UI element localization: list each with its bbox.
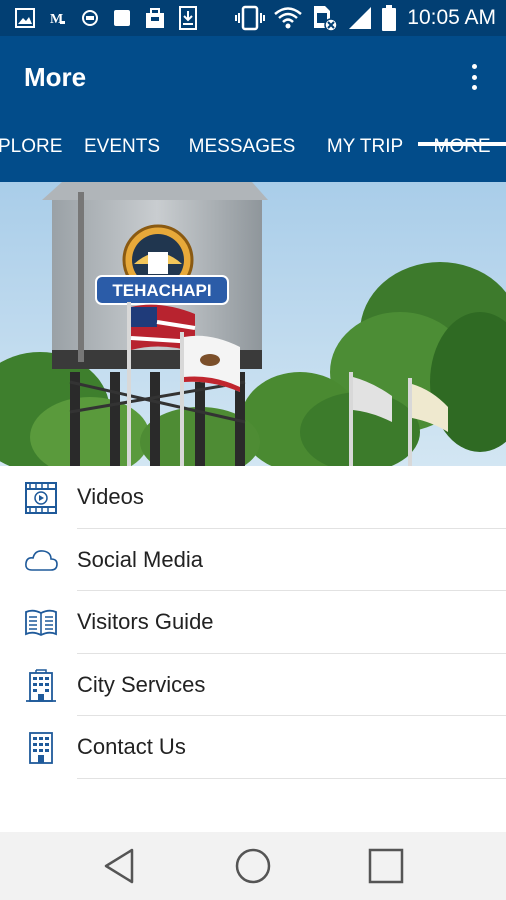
status-right: 10:05 AM	[235, 4, 496, 32]
tab-my-trip[interactable]: MY TRIP	[322, 132, 408, 182]
office-building-icon	[29, 732, 53, 764]
more-vertical-icon	[471, 85, 477, 90]
tower-sign: TEHACHAPI	[112, 281, 211, 300]
water-tower-photo: TEHACHAPI	[0, 182, 506, 466]
menu-item-visitors-guide[interactable]: Visitors Guide	[0, 591, 506, 654]
menu-item-label: Contact Us	[77, 734, 186, 759]
tab-more[interactable]: MORE	[418, 132, 506, 182]
battery-icon	[382, 5, 397, 31]
menu-item-contact-us[interactable]: Contact Us	[0, 716, 506, 779]
circle-icon	[82, 10, 98, 26]
tab-events[interactable]: EVENTS	[80, 132, 164, 182]
status-left: M	[14, 6, 198, 30]
recents-square-icon[interactable]	[366, 846, 406, 886]
menu-item-label: Videos	[77, 484, 144, 509]
image-icon	[15, 8, 35, 28]
menu-item-label: Social Media	[77, 546, 203, 572]
page-title: More	[24, 62, 87, 92]
download-icon	[179, 6, 197, 30]
building-icon	[26, 668, 56, 702]
overflow-menu-button[interactable]	[464, 60, 484, 94]
tab-bar: PLORE EVENTS MESSAGES MY TRIP MORE	[0, 132, 506, 182]
vibrate-icon	[235, 5, 266, 31]
book-icon	[25, 609, 57, 637]
cloud-icon	[25, 549, 58, 571]
square-icon	[114, 10, 130, 26]
briefcase-icon	[146, 8, 164, 28]
home-circle-icon[interactable]	[233, 846, 273, 886]
m-icon: M	[50, 12, 65, 27]
tab-messages[interactable]: MESSAGES	[186, 132, 298, 182]
clock: 10:05 AM	[407, 6, 496, 29]
svg-text:M: M	[50, 12, 63, 27]
signal-icon	[349, 7, 372, 29]
menu-item-videos[interactable]: Videos	[0, 466, 506, 529]
video-icon	[25, 482, 57, 514]
menu-item-city-services[interactable]: City Services	[0, 654, 506, 716]
back-triangle-icon[interactable]	[100, 846, 140, 886]
menu-item-label: City Services	[77, 671, 206, 697]
more-vertical-icon	[471, 74, 477, 80]
menu-item-social-media[interactable]: Social Media	[0, 529, 506, 591]
sim-icon	[314, 6, 339, 32]
tab-selected-indicator	[418, 142, 506, 146]
screen: M 10:05 AM More PLORE EVENTS MESSAGES MY…	[0, 0, 506, 900]
menu-item-label: Visitors Guide	[77, 609, 214, 634]
app-bar: More PLORE EVENTS MESSAGES MY TRIP MORE	[0, 36, 506, 182]
tab-explore[interactable]: PLORE	[0, 132, 62, 182]
more-menu-list: Videos Social Media Visitors Guide City …	[0, 466, 506, 779]
status-bar: M 10:05 AM	[0, 0, 506, 36]
more-vertical-icon	[471, 64, 477, 69]
hero-image: TEHACHAPI	[0, 182, 506, 466]
divider	[77, 777, 506, 779]
wifi-icon	[274, 7, 303, 29]
system-nav-bar	[0, 832, 506, 900]
